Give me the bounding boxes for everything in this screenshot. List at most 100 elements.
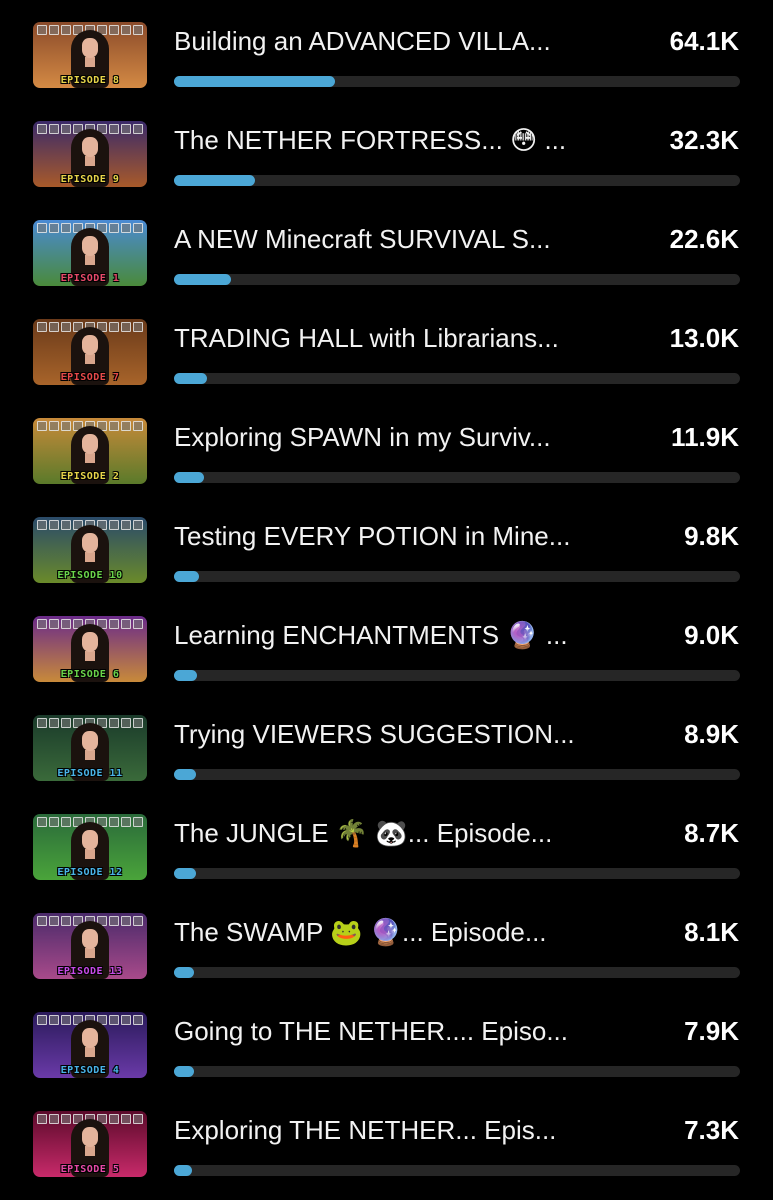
video-title[interactable]: Trying VIEWERS SUGGESTION... xyxy=(174,717,634,751)
views-bar-fill xyxy=(174,175,255,186)
portrait-face xyxy=(82,929,98,949)
portrait-face xyxy=(82,533,98,553)
video-thumbnail[interactable]: EPISODE 2 xyxy=(33,418,147,484)
video-row[interactable]: EPISODE 12 The JUNGLE 🌴 🐼... Episode... 8.… xyxy=(0,792,773,891)
hotbar-slot-icon xyxy=(109,1114,119,1124)
portrait-neck xyxy=(85,156,95,166)
hotbar-slot-icon xyxy=(37,124,47,134)
views-bar-fill xyxy=(174,373,207,384)
views-bar-track xyxy=(174,274,740,285)
portrait-neck xyxy=(85,948,95,958)
hotbar-slot-icon xyxy=(109,25,119,35)
video-row[interactable]: EPISODE 5 Exploring THE NETHER... Epis...… xyxy=(0,1089,773,1188)
video-title[interactable]: A NEW Minecraft SURVIVAL S... xyxy=(174,222,634,256)
video-thumbnail[interactable]: EPISODE 11 xyxy=(33,715,147,781)
video-row[interactable]: EPISODE 13 The SWAMP 🐸 🔮... Episode... 8.1… xyxy=(0,891,773,990)
episode-label: EPISODE 4 xyxy=(60,1065,120,1076)
view-count: 22.6K xyxy=(669,224,739,254)
portrait-face xyxy=(82,632,98,652)
hotbar-slot-icon xyxy=(49,718,59,728)
video-thumbnail[interactable]: EPISODE 6 xyxy=(33,616,147,682)
video-thumbnail[interactable]: EPISODE 10 xyxy=(33,517,147,583)
portrait-face xyxy=(82,1028,98,1048)
video-thumbnail[interactable]: EPISODE 9 xyxy=(33,121,147,187)
views-bar-track xyxy=(174,76,740,87)
portrait-face xyxy=(82,434,98,454)
video-title[interactable]: TRADING HALL with Librarians... xyxy=(174,321,634,355)
video-thumbnail[interactable]: EPISODE 12 xyxy=(33,814,147,880)
portrait-face xyxy=(82,830,98,850)
video-title[interactable]: Exploring SPAWN in my Surviv... xyxy=(174,420,634,454)
hotbar-slot-icon xyxy=(49,520,59,530)
portrait-neck xyxy=(85,1146,95,1156)
views-bar-fill xyxy=(174,1165,192,1176)
episode-label: EPISODE 9 xyxy=(60,174,120,185)
hotbar-slot-icon xyxy=(133,817,143,827)
hotbar-slot-icon xyxy=(61,421,71,431)
views-bar-track xyxy=(174,1066,740,1077)
hotbar-slot-icon xyxy=(61,718,71,728)
hotbar-slot-icon xyxy=(49,322,59,332)
views-bar-fill xyxy=(174,472,204,483)
portrait-face xyxy=(82,335,98,355)
video-row[interactable]: EPISODE 6 Learning ENCHANTMENTS 🔮 ... 9.0K xyxy=(0,594,773,693)
video-row[interactable]: EPISODE 2 Exploring SPAWN in my Surviv...… xyxy=(0,396,773,495)
video-row[interactable]: EPISODE 8 Building an ADVANCED VILLA... 64… xyxy=(0,0,773,99)
hotbar-slot-icon xyxy=(49,1114,59,1124)
video-title[interactable]: Exploring THE NETHER... Epis... xyxy=(174,1113,634,1147)
video-row[interactable]: EPISODE 11 Trying VIEWERS SUGGESTION... 8.… xyxy=(0,693,773,792)
hotbar-slot-icon xyxy=(121,25,131,35)
hotbar-slot-icon xyxy=(49,817,59,827)
video-row[interactable]: EPISODE 1 A NEW Minecraft SURVIVAL S... 22… xyxy=(0,198,773,297)
views-bar-track xyxy=(174,472,740,483)
views-bar-fill xyxy=(174,1066,194,1077)
video-title[interactable]: The JUNGLE 🌴 🐼... Episode... xyxy=(174,816,634,850)
video-thumbnail[interactable]: EPISODE 1 xyxy=(33,220,147,286)
video-row[interactable]: EPISODE 10 Testing EVERY POTION in Mine..… xyxy=(0,495,773,594)
video-row[interactable]: EPISODE 4 Going to THE NETHER.... Episo..… xyxy=(0,990,773,1089)
video-thumbnail[interactable]: EPISODE 5 xyxy=(33,1111,147,1177)
video-title[interactable]: The NETHER FORTRESS... 😳 ... xyxy=(174,123,634,157)
hotbar-slot-icon xyxy=(109,421,119,431)
hotbar-slot-icon xyxy=(37,520,47,530)
video-title[interactable]: Learning ENCHANTMENTS 🔮 ... xyxy=(174,618,634,652)
video-thumbnail[interactable]: EPISODE 8 xyxy=(33,22,147,88)
hotbar-slot-icon xyxy=(109,322,119,332)
video-title[interactable]: Going to THE NETHER.... Episo... xyxy=(174,1014,634,1048)
views-bar-track xyxy=(174,373,740,384)
video-title[interactable]: Testing EVERY POTION in Mine... xyxy=(174,519,634,553)
hotbar-slot-icon xyxy=(109,1015,119,1025)
hotbar-slot-icon xyxy=(133,718,143,728)
video-thumbnail[interactable]: EPISODE 13 xyxy=(33,913,147,979)
hotbar-slot-icon xyxy=(37,1015,47,1025)
portrait-neck xyxy=(85,750,95,760)
video-row[interactable]: EPISODE 7 TRADING HALL with Librarians...… xyxy=(0,297,773,396)
episode-label: EPISODE 10 xyxy=(57,570,123,581)
hotbar-slot-icon xyxy=(121,817,131,827)
hotbar-slot-icon xyxy=(121,421,131,431)
view-count: 9.0K xyxy=(684,620,739,650)
video-title[interactable]: Building an ADVANCED VILLA... xyxy=(174,24,634,58)
video-thumbnail[interactable]: EPISODE 7 xyxy=(33,319,147,385)
portrait-neck xyxy=(85,849,95,859)
views-bar-fill xyxy=(174,967,194,978)
video-title[interactable]: The SWAMP 🐸 🔮... Episode... xyxy=(174,915,634,949)
views-bar-fill xyxy=(174,769,196,780)
hotbar-slot-icon xyxy=(61,1015,71,1025)
hotbar-slot-icon xyxy=(61,25,71,35)
episode-label: EPISODE 6 xyxy=(60,669,120,680)
video-thumbnail[interactable]: EPISODE 4 xyxy=(33,1012,147,1078)
hotbar-slot-icon xyxy=(121,916,131,926)
hotbar-slot-icon xyxy=(133,223,143,233)
view-count: 32.3K xyxy=(669,125,739,155)
portrait-neck xyxy=(85,354,95,364)
portrait-face xyxy=(82,38,98,58)
views-bar-track xyxy=(174,769,740,780)
episode-label: EPISODE 5 xyxy=(60,1164,120,1175)
video-row[interactable]: EPISODE 9 The NETHER FORTRESS... 😳 ... 32.… xyxy=(0,99,773,198)
views-bar-track xyxy=(174,967,740,978)
hotbar-slot-icon xyxy=(109,223,119,233)
hotbar-slot-icon xyxy=(133,1015,143,1025)
hotbar-slot-icon xyxy=(133,124,143,134)
view-count: 13.0K xyxy=(669,323,739,353)
